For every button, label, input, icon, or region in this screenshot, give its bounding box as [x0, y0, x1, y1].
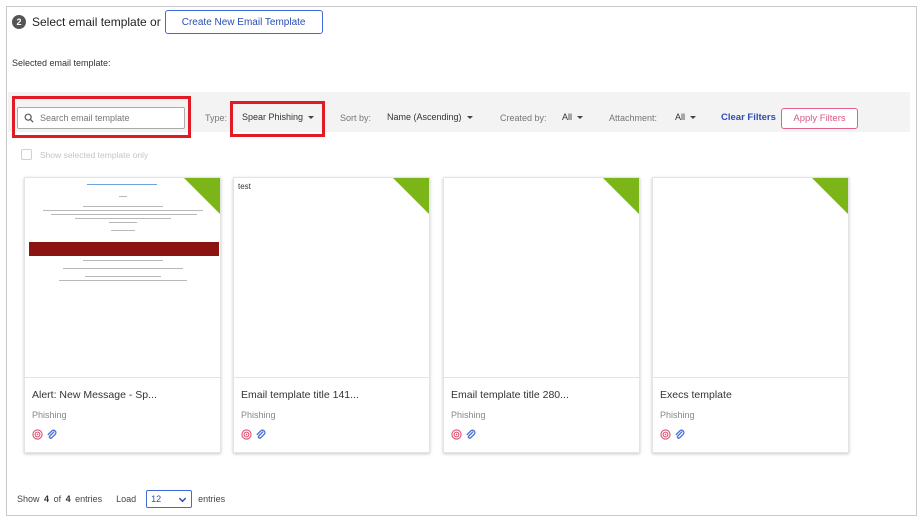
show-selected-label: Show selected template only	[40, 149, 149, 160]
caret-down-icon	[308, 115, 315, 119]
target-icon	[451, 429, 462, 440]
template-type: Phishing	[451, 410, 486, 420]
template-icons	[32, 429, 57, 440]
total-count: 4	[65, 494, 71, 504]
load-label: Load	[116, 494, 137, 504]
selection-corner-ribbon	[603, 178, 639, 214]
template-type: Phishing	[241, 410, 276, 420]
pagination-footer: Show 4 of 4 entries Load 12 entries	[17, 490, 225, 508]
create-new-email-template-button[interactable]: Create New Email Template	[164, 10, 323, 34]
selection-corner-ribbon	[393, 178, 429, 214]
template-icons	[660, 429, 685, 440]
template-card[interactable]: Alert: New Message - Sp... Phishing	[24, 177, 221, 453]
step-label: Select email template or	[32, 15, 161, 29]
type-label: Type:	[205, 113, 228, 123]
entries-suffix: entries	[198, 494, 226, 504]
template-title: Alert: New Message - Sp...	[32, 389, 157, 401]
type-dropdown[interactable]: Spear Phishing	[242, 112, 315, 122]
created-by-dropdown[interactable]: All	[562, 112, 584, 122]
sort-label: Sort by:	[340, 113, 372, 123]
search-input[interactable]	[40, 113, 180, 123]
search-icon	[24, 113, 34, 123]
template-title: Execs template	[660, 389, 732, 401]
apply-filters-button[interactable]: Apply Filters	[781, 108, 858, 129]
preview-text: test	[238, 182, 251, 191]
chevron-down-icon	[179, 497, 187, 502]
template-icons	[451, 429, 476, 440]
created-by-value: All	[562, 112, 573, 122]
target-icon	[660, 429, 671, 440]
step-header: 2 Select email template or Create New Em…	[12, 9, 323, 35]
sort-value: Name (Ascending)	[387, 112, 462, 122]
attachment-dropdown[interactable]: All	[675, 112, 697, 122]
target-icon	[32, 429, 43, 440]
selected-template-label: Selected email template:	[12, 58, 111, 68]
attachment-value: All	[675, 112, 686, 122]
shown-count: 4	[44, 494, 50, 504]
attachment-label: Attachment:	[609, 113, 658, 123]
entries-word: entries	[75, 494, 103, 504]
paperclip-icon	[675, 429, 685, 439]
selection-corner-ribbon	[184, 178, 220, 214]
load-count-select[interactable]: 12	[146, 490, 193, 508]
sort-dropdown[interactable]: Name (Ascending)	[387, 112, 473, 122]
selection-corner-ribbon	[812, 178, 848, 214]
template-type: Phishing	[32, 410, 67, 420]
paperclip-icon	[47, 429, 57, 439]
show-prefix: Show	[17, 494, 40, 504]
template-icons	[241, 429, 266, 440]
paperclip-icon	[256, 429, 266, 439]
paperclip-icon	[466, 429, 476, 439]
search-field[interactable]	[17, 107, 185, 129]
template-preview	[653, 178, 848, 378]
created-by-label: Created by:	[500, 113, 547, 123]
show-selected-checkbox[interactable]	[21, 149, 32, 160]
template-preview	[25, 178, 220, 378]
show-selected-toggle[interactable]: Show selected template only	[21, 149, 148, 160]
template-title: Email template title 280...	[451, 389, 569, 401]
template-preview	[444, 178, 639, 378]
caret-down-icon	[466, 115, 473, 119]
caret-down-icon	[690, 115, 697, 119]
template-type: Phishing	[660, 410, 695, 420]
of-word: of	[53, 494, 62, 504]
load-count-value: 12	[151, 494, 162, 504]
caret-down-icon	[577, 115, 584, 119]
type-value: Spear Phishing	[242, 112, 304, 122]
clear-filters-link[interactable]: Clear Filters	[721, 112, 776, 123]
template-title: Email template title 141...	[241, 389, 359, 401]
step-number-badge: 2	[12, 15, 26, 29]
template-card[interactable]: test Email template title 141... Phishin…	[233, 177, 430, 453]
template-card[interactable]: Execs template Phishing	[652, 177, 849, 453]
template-preview: test	[234, 178, 429, 378]
template-card[interactable]: Email template title 280... Phishing	[443, 177, 640, 453]
target-icon	[241, 429, 252, 440]
